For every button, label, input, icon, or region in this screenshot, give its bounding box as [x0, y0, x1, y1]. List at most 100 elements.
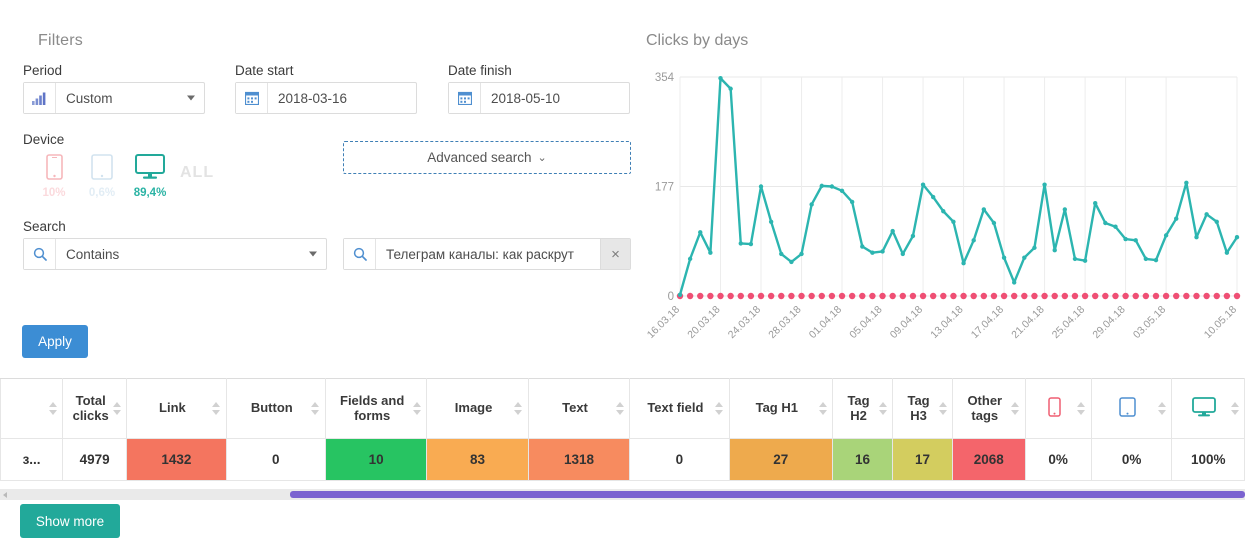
sort-toggle-icon[interactable]: [818, 401, 827, 416]
table-row[interactable]: з... 4979 1432 0 10 83 1318 0 27 16 17 2068 0% 0% 100%: [0, 438, 1245, 481]
svg-text:29.04.18: 29.04.18: [1090, 304, 1127, 341]
sort-toggle-icon[interactable]: [212, 401, 221, 416]
tablet-icon: [1119, 396, 1136, 420]
table-header-label: Link: [159, 400, 186, 416]
sort-toggle-icon[interactable]: [938, 401, 947, 416]
sort-toggle-icon[interactable]: [112, 401, 121, 416]
table-header-label: Fields and forms: [340, 392, 405, 423]
svg-text:16.03.18: 16.03.18: [645, 304, 682, 341]
date-finish-field[interactable]: 2018-05-10: [448, 82, 630, 114]
search-query-value[interactable]: Телеграм каналы: как раскрут: [376, 239, 600, 269]
table-header-desktop[interactable]: [1171, 378, 1245, 439]
chevron-down-icon: [187, 95, 195, 101]
device-filter-desktop[interactable]: 89,4%: [126, 154, 174, 199]
scrollbar-thumb[interactable]: [290, 491, 1245, 498]
device-filter-phone[interactable]: 10%: [30, 154, 78, 199]
table-cell-other_tags: 2068: [952, 438, 1026, 481]
table-header-fields_and_forms[interactable]: Fields and forms: [324, 378, 428, 439]
show-more-button[interactable]: Show more: [20, 504, 120, 538]
date-start-value[interactable]: 2018-03-16: [268, 83, 416, 113]
table-header-tablet[interactable]: [1090, 378, 1173, 439]
clear-search-icon[interactable]: ×: [600, 239, 630, 269]
sort-toggle-icon[interactable]: [878, 401, 887, 416]
sort-toggle-icon[interactable]: [1077, 401, 1086, 416]
scroll-left-icon[interactable]: [3, 492, 7, 498]
svg-text:20.03.18: 20.03.18: [685, 304, 722, 341]
sort-toggle-icon[interactable]: [48, 401, 57, 416]
table-header-link[interactable]: Link: [126, 378, 227, 439]
advanced-search-toggle[interactable]: Advanced search ⌄: [343, 141, 631, 174]
horizontal-scrollbar[interactable]: [0, 489, 1245, 500]
bar-chart-icon: [24, 83, 56, 113]
search-query-field[interactable]: Телеграм каналы: как раскрут ×: [343, 238, 631, 270]
table-head: Total clicks Link Button Fields and forms Im…: [0, 378, 1245, 439]
svg-text:21.04.18: 21.04.18: [1009, 304, 1046, 341]
table-cell-button: 0: [225, 438, 326, 481]
table-cell-tag_h1: 27: [728, 438, 834, 481]
sort-toggle-icon[interactable]: [715, 401, 724, 416]
chevron-down-icon: [309, 251, 317, 257]
svg-text:09.04.18: 09.04.18: [888, 304, 925, 341]
svg-text:01.04.18: 01.04.18: [807, 304, 844, 341]
table-header-label: Button: [250, 400, 293, 416]
advanced-search-label: Advanced search: [427, 150, 532, 165]
table-header-other_tags[interactable]: Other tags: [952, 378, 1026, 439]
device-label: Device: [23, 132, 65, 147]
table-header-row: Total clicks Link Button Fields and forms Im…: [0, 378, 1245, 439]
device-filter-tablet[interactable]: 0,6%: [78, 154, 126, 199]
table-cell-tablet: 0%: [1090, 438, 1173, 481]
table-cell-total_clicks: 4979: [62, 438, 128, 481]
table-header-tag_h1[interactable]: Tag H1: [728, 378, 834, 439]
filters-panel: Filters Period Custom Date start 2018-03…: [0, 0, 640, 372]
search-mode-text: Contains: [66, 246, 120, 262]
sort-toggle-icon[interactable]: [1157, 401, 1166, 416]
analytics-page: Filters Period Custom Date start 2018-03…: [0, 0, 1245, 553]
device-desktop-pct: 89,4%: [133, 187, 167, 199]
sort-toggle-icon[interactable]: [1011, 401, 1020, 416]
clicks-data-table: Total clicks Link Button Fields and forms Im…: [0, 378, 1245, 481]
sort-toggle-icon[interactable]: [514, 401, 523, 416]
table-header-tag_h2[interactable]: Tag H2: [832, 378, 894, 439]
svg-text:10.05.18: 10.05.18: [1202, 304, 1239, 341]
svg-text:0: 0: [668, 291, 674, 303]
search-label: Search: [23, 219, 66, 234]
table-header-label: Text: [562, 400, 588, 416]
search-icon: [344, 239, 376, 269]
chart-title: Clicks by days: [646, 32, 749, 49]
sort-toggle-icon[interactable]: [311, 401, 320, 416]
sort-toggle-icon[interactable]: [412, 401, 421, 416]
desktop-icon: [1192, 396, 1217, 420]
table-cell-text_field: 0: [629, 438, 730, 481]
search-mode-select[interactable]: Contains: [23, 238, 327, 270]
sort-toggle-icon[interactable]: [615, 401, 624, 416]
table-header-phone[interactable]: [1024, 378, 1092, 439]
table-cell-image: 83: [426, 438, 529, 481]
date-start-label: Date start: [235, 63, 294, 78]
table-cell-desktop: 100%: [1171, 438, 1245, 481]
svg-text:177: 177: [655, 182, 674, 194]
period-select[interactable]: Custom: [23, 82, 205, 114]
device-phone-pct: 10%: [42, 187, 66, 199]
table-header-total_clicks[interactable]: Total clicks: [62, 378, 128, 439]
table-header-button[interactable]: Button: [225, 378, 326, 439]
date-start-field[interactable]: 2018-03-16: [235, 82, 417, 114]
table-header-text_field[interactable]: Text field: [629, 378, 730, 439]
desktop-icon: [135, 154, 165, 179]
table-header-label: Image: [454, 400, 493, 416]
device-filter-all[interactable]: ALL: [180, 164, 214, 182]
table-header-image[interactable]: Image: [426, 378, 529, 439]
apply-button[interactable]: Apply: [22, 325, 88, 358]
table-header-label: Tag H1: [755, 400, 798, 416]
svg-text:24.03.18: 24.03.18: [726, 304, 763, 341]
table-header-text[interactable]: Text: [527, 378, 631, 439]
sort-toggle-icon[interactable]: [1230, 401, 1239, 416]
table-header-name[interactable]: [0, 378, 64, 439]
date-finish-value[interactable]: 2018-05-10: [481, 83, 629, 113]
table-body: з... 4979 1432 0 10 83 1318 0 27 16 17 2068 0% 0% 100%: [0, 438, 1245, 481]
table-cell-link: 1432: [126, 438, 227, 481]
table-header-tag_h3[interactable]: Tag H3: [892, 378, 954, 439]
svg-text:03.05.18: 03.05.18: [1131, 304, 1168, 341]
table-header-label: Other tags: [967, 392, 1003, 423]
period-label: Period: [23, 63, 63, 78]
period-value: Custom: [56, 83, 204, 113]
